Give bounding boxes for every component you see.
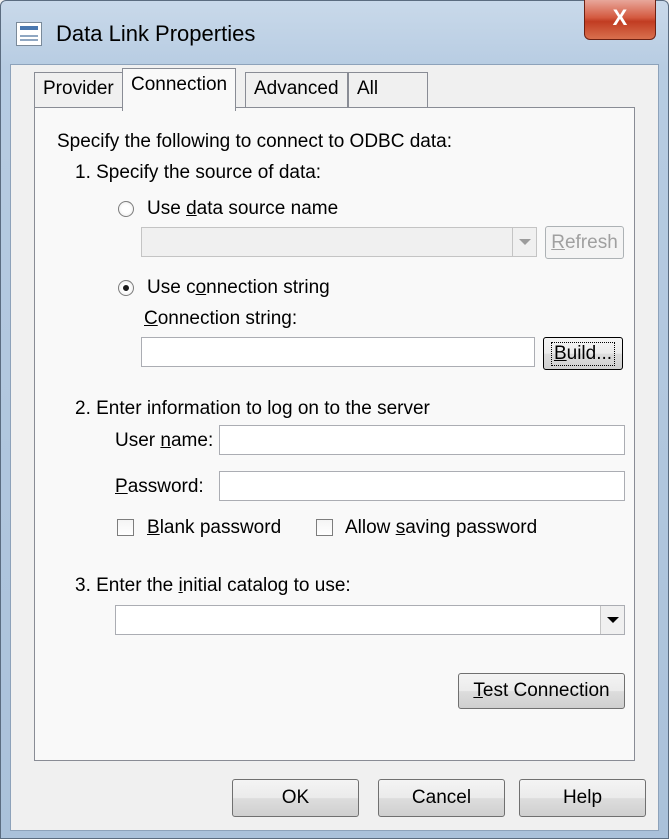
build-button[interactable]: Build... [543, 337, 623, 370]
close-button[interactable]: X [584, 0, 656, 40]
blank-password-label[interactable]: Blank password [147, 516, 281, 540]
connection-string-radio-label[interactable]: Use connection string [147, 276, 330, 300]
tab-all[interactable]: All [348, 72, 428, 108]
connection-tab-panel: Specify the following to connect to ODBC… [34, 107, 635, 761]
data-link-icon [16, 22, 42, 46]
dsn-radio-label[interactable]: Use data source name [147, 197, 338, 221]
dsn-radio[interactable] [118, 201, 134, 217]
chevron-down-icon[interactable] [512, 228, 536, 256]
initial-catalog-combobox[interactable] [115, 605, 625, 635]
tab-label: All [357, 78, 379, 99]
test-connection-button[interactable]: Test Connection [458, 673, 625, 709]
username-label: User name: [115, 430, 214, 451]
allow-saving-password-checkbox[interactable] [316, 519, 333, 536]
tab-connection[interactable]: Connection [122, 68, 237, 111]
password-label: Password: [115, 476, 204, 497]
step1-heading: 1. Specify the source of data: [75, 162, 322, 183]
username-input[interactable] [219, 425, 625, 455]
dsn-combobox[interactable] [141, 227, 537, 257]
cancel-button[interactable]: Cancel [378, 779, 505, 817]
window-title: Data Link Properties [56, 21, 256, 46]
blank-password-checkbox[interactable] [117, 519, 134, 536]
allow-saving-password-label[interactable]: Allow saving password [345, 516, 537, 540]
title-bar[interactable]: Data Link Properties [0, 0, 669, 64]
tab-advanced[interactable]: Advanced [245, 72, 348, 108]
tab-provider[interactable]: Provider [34, 72, 123, 108]
step3-heading: 3. Enter the initial catalog to use: [75, 575, 351, 596]
intro-text: Specify the following to connect to ODBC… [57, 131, 452, 152]
tab-label: Provider [43, 78, 114, 99]
tab-label: Advanced [254, 78, 339, 99]
step2-heading: 2. Enter information to log on to the se… [75, 398, 430, 419]
connection-string-label: Connection string: [144, 308, 298, 329]
close-icon: X [612, 5, 628, 30]
connection-string-input[interactable] [141, 337, 535, 367]
password-input[interactable] [219, 471, 625, 501]
help-button[interactable]: Help [519, 779, 646, 817]
chevron-down-icon[interactable] [600, 606, 624, 634]
connection-string-radio[interactable] [118, 280, 134, 296]
refresh-button[interactable]: Refresh [545, 226, 624, 259]
ok-button[interactable]: OK [232, 779, 359, 817]
tab-label: Connection [131, 74, 228, 95]
